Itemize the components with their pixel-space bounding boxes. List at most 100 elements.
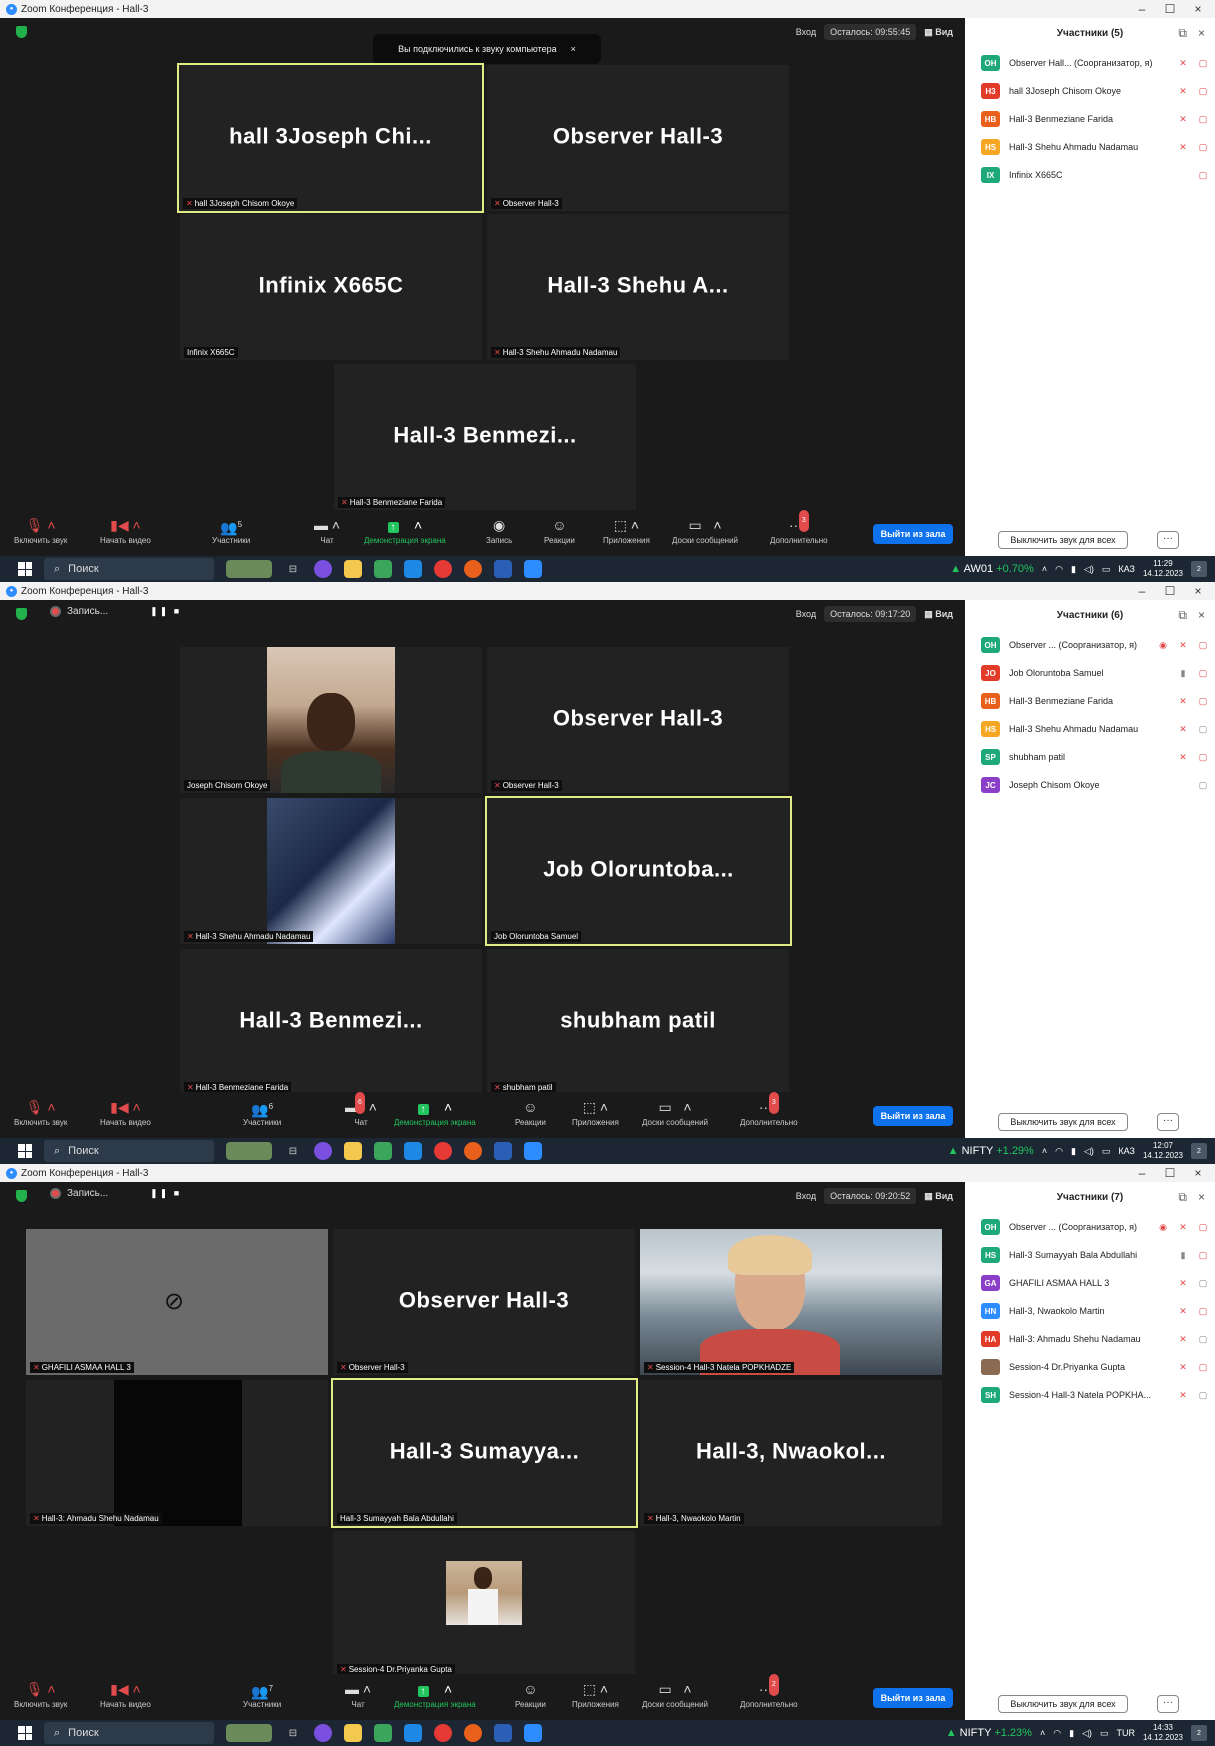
video-tile[interactable]: Hall-3, Nwaokol... ✕ Hall-3, Nwaokolo Mar… [640, 1380, 942, 1526]
video-tile[interactable]: Infinix X665C Infinix X665C [180, 214, 482, 360]
volume-icon[interactable]: ◁) [1084, 1146, 1094, 1157]
mic-on-icon[interactable]: ▮ [1175, 668, 1191, 679]
chat-button[interactable]: ▬6 ˄ Чат [345, 1092, 377, 1127]
app-icon[interactable] [314, 1724, 332, 1742]
chrome-profile-icon[interactable] [464, 1142, 482, 1160]
mic-muted-icon[interactable]: ✕ [1175, 1362, 1191, 1373]
video-off-icon[interactable]: ▢ [1195, 696, 1211, 707]
view-button[interactable]: ▦ Вид [924, 609, 953, 620]
participant-row[interactable]: OH Observer ... (Соорганизатор, я) ◉ ✕ ▢ [981, 1216, 1211, 1238]
video-tile[interactable]: hall 3Joseph Chi... ✕ hall 3Joseph Chisom… [177, 63, 484, 213]
chrome-icon[interactable] [434, 1724, 452, 1742]
participant-row[interactable]: HS Hall-3 Sumayyah Bala Abdullahi ▮ ▢ [981, 1244, 1211, 1266]
mail-icon[interactable] [404, 1142, 422, 1160]
minimize-button[interactable]: – [1127, 0, 1157, 18]
notice-close-icon[interactable]: × [571, 44, 576, 54]
encryption-shield-icon[interactable] [16, 608, 27, 620]
participant-row[interactable]: JO Job Oloruntoba Samuel ▮ ▢ [981, 662, 1211, 684]
participant-row[interactable]: OH Observer ... (Соорганизатор, я) ◉ ✕ ▢ [981, 634, 1211, 656]
reactions-button[interactable]: ☺ Реакции [515, 1096, 546, 1127]
whiteboards-button[interactable]: ▭ ˄ Доски сообщений [642, 1678, 708, 1709]
more-button[interactable]: ···3 Дополнительно [770, 510, 828, 545]
recording-controls[interactable]: ❚❚ ■ [150, 1188, 181, 1199]
word-icon[interactable] [494, 560, 512, 578]
login-link[interactable]: Вход [796, 609, 816, 619]
search-highlight-icon[interactable] [226, 1142, 272, 1160]
panel-more-button[interactable]: ··· [1157, 1695, 1179, 1713]
windows-start-icon[interactable] [18, 1144, 32, 1158]
clock[interactable]: 12:07 14.12.2023 [1143, 1141, 1183, 1161]
whiteboards-button[interactable]: ▭ ˄ Доски сообщений [642, 1096, 708, 1127]
participants-button[interactable]: 👥6 Участники [243, 1096, 281, 1127]
video-tile[interactable]: ✕ Hall-3: Ahmadu Shehu Nadamau [26, 1380, 328, 1526]
video-tile[interactable]: Observer Hall-3 ✕ Observer Hall-3 [487, 65, 789, 211]
mic-muted-icon[interactable]: ✕ [1175, 752, 1191, 763]
zoom-taskbar-icon[interactable] [524, 560, 542, 578]
file-explorer-icon[interactable] [344, 1724, 362, 1742]
chat-button[interactable]: ▬ ˄ Чат [314, 514, 340, 545]
participant-row[interactable]: HS Hall-3 Shehu Ahmadu Nadamau ✕ ▢ [981, 136, 1211, 158]
video-tile[interactable]: Hall-3 Benmezi... ✕ Hall-3 Benmeziane Far… [180, 949, 482, 1095]
chrome-icon[interactable] [434, 560, 452, 578]
video-on-icon[interactable]: ▢ [1195, 724, 1211, 735]
start-video-button[interactable]: ▮◀ ˄ Начать видео [100, 1678, 151, 1709]
file-explorer-icon[interactable] [344, 1142, 362, 1160]
mic-muted-icon[interactable]: ✕ [1175, 1278, 1191, 1289]
participant-row[interactable]: JC Joseph Chisom Okoye ▢ [981, 774, 1211, 796]
taskbar-search[interactable]: ⌕ Поиск [44, 558, 214, 580]
video-on-icon[interactable]: ▢ [1195, 1278, 1211, 1289]
unmute-button[interactable]: 🎙︎ ˄ Включить звук [14, 514, 67, 545]
word-icon[interactable] [494, 1142, 512, 1160]
wifi-icon[interactable]: ◠ [1055, 1146, 1063, 1157]
taskbar-search[interactable]: ⌕ Поиск [44, 1722, 214, 1744]
video-off-icon[interactable]: ▢ [1195, 170, 1211, 181]
popout-icon[interactable]: ⧉ [1178, 608, 1187, 623]
video-off-icon[interactable]: ▢ [1195, 640, 1211, 651]
panel-more-button[interactable]: ··· [1157, 531, 1179, 549]
volume-icon[interactable]: ◁) [1082, 1728, 1092, 1739]
record-button[interactable]: ◉ Запись [486, 514, 512, 545]
more-button[interactable]: ···2 Дополнительно [740, 1674, 798, 1709]
participant-row[interactable]: HA Hall-3: Ahmadu Shehu Nadamau ✕ ▢ [981, 1328, 1211, 1350]
encryption-shield-icon[interactable] [16, 26, 27, 38]
mic-on-icon[interactable]: ▮ [1175, 1250, 1191, 1261]
chat-button[interactable]: ▬ ˄ Чат [345, 1678, 371, 1709]
language-indicator[interactable]: TUR [1116, 1728, 1135, 1738]
view-button[interactable]: ▦ Вид [924, 27, 953, 38]
participant-row[interactable]: HN Hall-3, Nwaokolo Martin ✕ ▢ [981, 1300, 1211, 1322]
more-button[interactable]: ···3 Дополнительно [740, 1092, 798, 1127]
mail-icon[interactable] [404, 1724, 422, 1742]
chrome-profile-icon[interactable] [464, 1724, 482, 1742]
video-off-icon[interactable]: ▢ [1195, 58, 1211, 69]
battery-icon[interactable]: ▭ [1102, 564, 1111, 575]
reactions-button[interactable]: ☺ Реакции [515, 1678, 546, 1709]
view-button[interactable]: ▦ Вид [924, 1191, 953, 1202]
task-view-icon[interactable]: ⊟ [284, 560, 302, 578]
chrome-profile-icon[interactable] [464, 560, 482, 578]
mute-all-button[interactable]: Выключить звук для всех [998, 1113, 1128, 1131]
share-screen-button[interactable]: ↑ ˄ Демонстрация экрана [394, 1678, 476, 1709]
video-off-icon[interactable]: ▢ [1195, 86, 1211, 97]
video-tile[interactable]: Hall-3 Shehu A... ✕ Hall-3 Shehu Ahmadu N… [487, 214, 789, 360]
video-off-icon[interactable]: ▢ [1195, 752, 1211, 763]
unmute-button[interactable]: 🎙︎ ˄ Включить звук [14, 1096, 67, 1127]
share-screen-button[interactable]: ↑ ˄ Демонстрация экрана [364, 514, 446, 545]
video-tile[interactable]: Joseph Chisom Okoye [180, 647, 482, 793]
mail-icon[interactable] [404, 560, 422, 578]
volume-icon[interactable]: ◁) [1084, 564, 1094, 575]
mic-icon[interactable]: ▮ [1071, 564, 1076, 575]
minimize-button[interactable]: – [1127, 582, 1157, 600]
leave-room-button[interactable]: Выйти из зала [873, 1688, 953, 1708]
close-button[interactable]: × [1183, 0, 1213, 18]
search-highlight-icon[interactable] [226, 1724, 272, 1742]
windows-start-icon[interactable] [18, 1726, 32, 1740]
stock-widget[interactable]: ▲ AW01 +0.70% [950, 563, 1034, 575]
battery-icon[interactable]: ▭ [1102, 1146, 1111, 1157]
mic-muted-icon[interactable]: ✕ [1175, 724, 1191, 735]
tray-chevron-icon[interactable]: ˄ [1040, 1728, 1045, 1738]
participant-row[interactable]: HB Hall-3 Benmeziane Farida ✕ ▢ [981, 108, 1211, 130]
maximize-button[interactable]: ☐ [1155, 582, 1185, 600]
close-button[interactable]: × [1183, 1164, 1213, 1182]
mic-muted-icon[interactable]: ✕ [1175, 114, 1191, 125]
video-tile[interactable]: shubham patil ✕ shubham patil [487, 949, 789, 1095]
